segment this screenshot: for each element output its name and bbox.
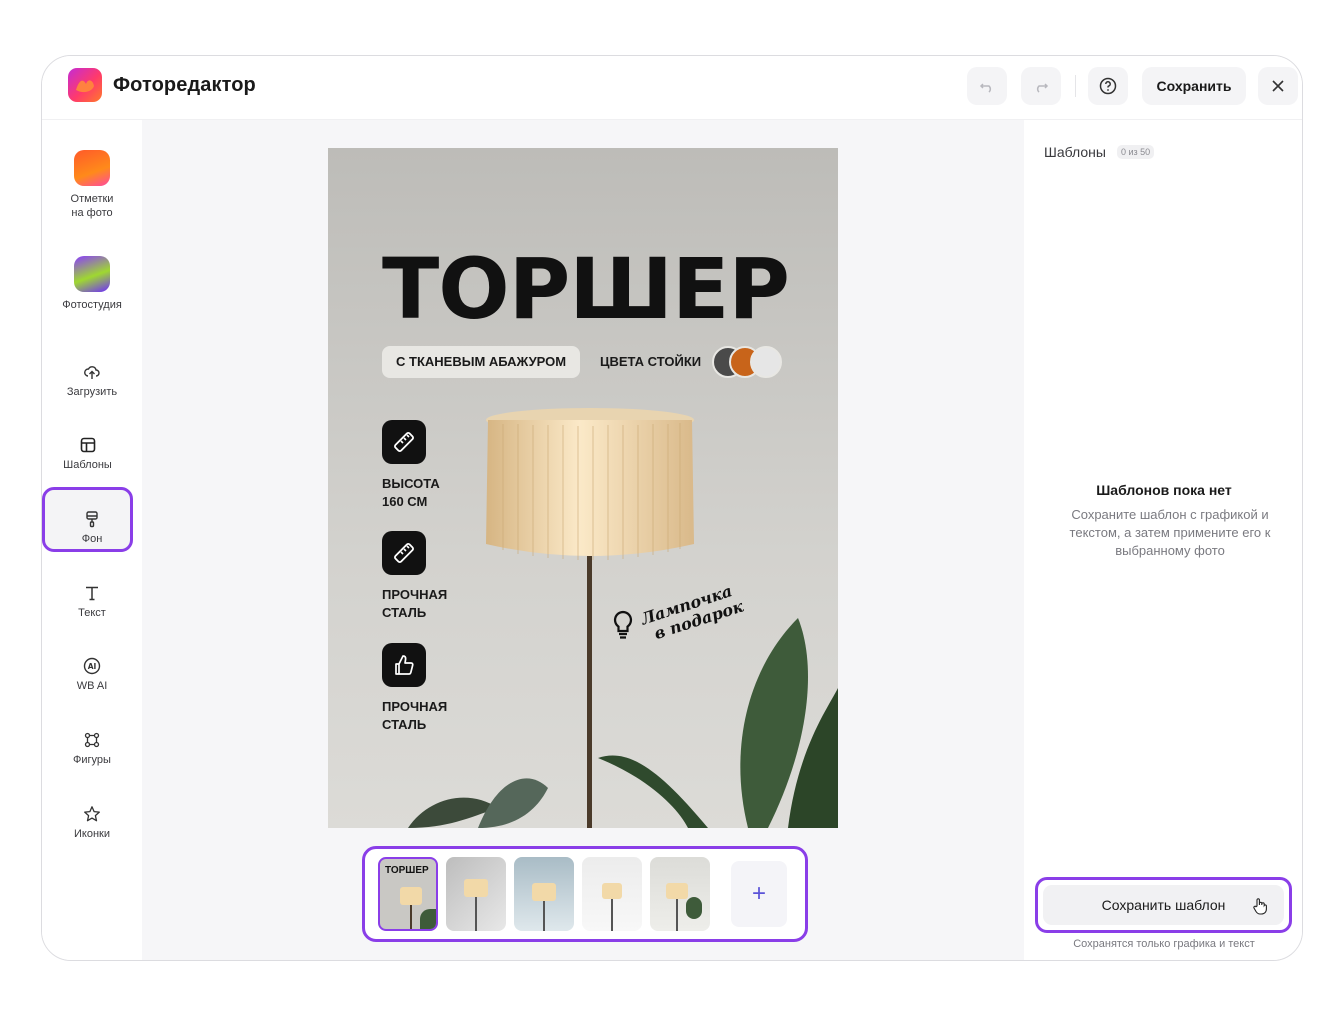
sidebar-item-text[interactable]: Текст xyxy=(42,584,142,620)
thumbnail-4[interactable] xyxy=(582,857,642,931)
sidebar-item-label: Текст xyxy=(78,607,106,619)
canvas-area: ТОРШЕР С ТКАНЕВЫМ АБАЖУРОМ ЦВЕТА СТОЙКИ … xyxy=(142,120,1024,960)
color-swatch-light xyxy=(750,346,782,378)
save-button[interactable]: Сохранить xyxy=(1142,67,1246,105)
sidebar-item-photostudio[interactable]: Фотостудия xyxy=(42,256,142,312)
feature-line: СТАЛЬ xyxy=(382,717,427,732)
poster-canvas[interactable]: ТОРШЕР С ТКАНЕВЫМ АБАЖУРОМ ЦВЕТА СТОЙКИ … xyxy=(328,148,838,828)
sidebar-item-label: Иконки xyxy=(74,828,110,840)
thumbnails-strip: ТОРШЕР + xyxy=(362,846,808,942)
ai-icon: AI xyxy=(83,657,101,675)
thumbnail-title: ТОРШЕР xyxy=(385,865,429,876)
sidebar-item-background[interactable]: Фон xyxy=(42,510,142,546)
undo-button[interactable] xyxy=(967,67,1007,105)
poster-title: ТОРШЕР xyxy=(382,240,790,338)
app-logo-icon xyxy=(68,68,102,102)
sidebar-item-wb-ai[interactable]: AI WB AI xyxy=(42,657,142,693)
sidebar-item-label: Шаблоны xyxy=(63,459,112,471)
sidebar-item-upload[interactable]: Загрузить xyxy=(42,363,142,399)
save-template-label: Сохранить шаблон xyxy=(1101,897,1226,913)
add-photo-button[interactable]: + xyxy=(731,861,787,927)
feature-line: 160 СМ xyxy=(382,494,428,509)
sidebar-item-label: на фото xyxy=(71,207,113,219)
svg-text:AI: AI xyxy=(88,662,97,671)
templates-panel: Шаблоны 0 из 50 Шаблонов пока нет Сохран… xyxy=(1024,120,1302,960)
feature-line: ВЫСОТА xyxy=(382,476,440,491)
sidebar-item-label: Отметки xyxy=(70,193,114,205)
help-button[interactable] xyxy=(1088,67,1128,105)
editor-window: Фоторедактор Сохранить Отметки на фото Ф… xyxy=(41,55,1303,961)
thumbnail-2[interactable] xyxy=(446,857,506,931)
sidebar-item-icons[interactable]: Иконки xyxy=(42,805,142,841)
ruler-icon xyxy=(382,420,426,464)
help-icon xyxy=(1099,77,1117,95)
thumbnail-3[interactable] xyxy=(514,857,574,931)
sidebar-item-templates[interactable]: Шаблоны xyxy=(42,436,133,472)
redo-icon xyxy=(1036,83,1049,93)
undo-icon xyxy=(979,83,992,93)
feature-line: ПРОЧНАЯ xyxy=(382,587,448,602)
app-title: Фоторедактор xyxy=(113,74,256,96)
lightbulb-icon xyxy=(613,610,633,639)
ruler-icon xyxy=(382,531,426,575)
templates-panel-title: Шаблоны xyxy=(1044,144,1106,160)
save-template-button[interactable]: Сохранить шаблон xyxy=(1043,885,1284,925)
sidebar-item-label: Фон xyxy=(81,533,103,545)
header-divider xyxy=(1075,75,1076,97)
sidebar-item-label: WB AI xyxy=(76,680,108,692)
templates-count-badge: 0 из 50 xyxy=(1117,145,1155,159)
fabric-shade-chip: С ТКАНЕВЫМ АБАЖУРОМ xyxy=(382,346,581,378)
sidebar-item-label: Фигуры xyxy=(73,754,111,766)
sidebar-item-label: Загрузить xyxy=(66,386,118,398)
feature-steel-text: ПРОЧНАЯ СТАЛЬ xyxy=(382,698,447,734)
thumbnail-5[interactable] xyxy=(650,857,710,931)
thumbs-up-icon xyxy=(382,643,426,687)
save-template-note: Сохранятся только графика и текст xyxy=(1073,938,1255,950)
feature-line: СТАЛЬ xyxy=(382,605,427,620)
hand-cursor-icon xyxy=(1253,898,1267,915)
left-sidebar: Отметки на фото Фотостудия Загрузить Шаб… xyxy=(42,120,142,960)
upload-cloud-icon xyxy=(84,366,100,379)
feature-height-text: ВЫСОТА 160 СМ xyxy=(382,475,440,511)
empty-state-description: Сохраните шаблон с графикой и текстом, а… xyxy=(1069,507,1271,558)
feature-line: ПРОЧНАЯ xyxy=(382,699,448,714)
close-button[interactable] xyxy=(1258,67,1298,105)
save-template-highlight: Сохранить шаблон xyxy=(1035,877,1292,933)
colors-label: ЦВЕТА СТОЙКИ xyxy=(600,354,702,369)
shapes-icon xyxy=(84,732,100,748)
sidebar-item-shapes[interactable]: Фигуры xyxy=(42,731,142,767)
template-icon xyxy=(80,437,95,453)
redo-button[interactable] xyxy=(1021,67,1061,105)
text-t-icon xyxy=(86,586,98,601)
sidebar-item-label: Фотостудия xyxy=(62,299,122,311)
feature-steel-text: ПРОЧНАЯ СТАЛЬ xyxy=(382,586,447,622)
photostudio-tile-icon xyxy=(74,256,110,292)
header: Фоторедактор Сохранить xyxy=(42,56,1302,120)
tag-tile-icon xyxy=(74,150,110,186)
paint-brush-icon xyxy=(86,511,98,528)
close-icon xyxy=(1272,80,1284,92)
star-icon xyxy=(84,806,100,822)
empty-state-title: Шаблонов пока нет xyxy=(1096,482,1232,498)
sidebar-item-tags[interactable]: Отметки на фото xyxy=(42,150,142,220)
thumbnail-1[interactable]: ТОРШЕР xyxy=(378,857,438,931)
